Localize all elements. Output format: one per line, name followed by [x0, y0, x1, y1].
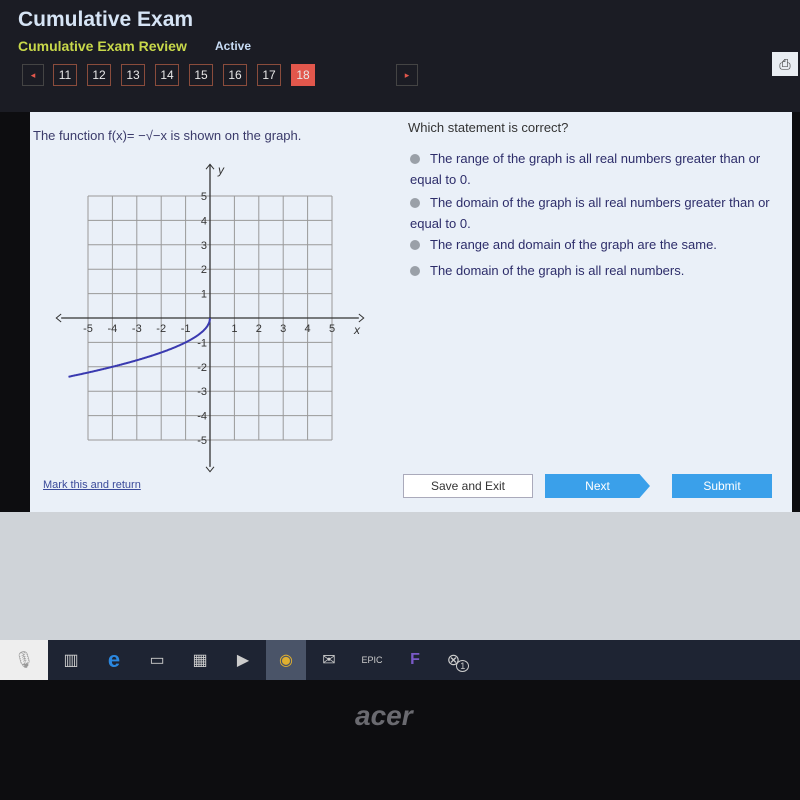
chrome-icon[interactable]: ◉ — [266, 640, 306, 680]
question-12-button[interactable]: 12 — [87, 64, 111, 86]
y-tick-label: 3 — [201, 240, 207, 252]
exam-header: Cumulative Exam Cumulative Exam Review A… — [0, 0, 800, 112]
fortnite-icon[interactable]: F — [395, 640, 435, 680]
xbox-notification-badge: 1 — [456, 660, 470, 672]
xbox-icon[interactable]: ⊗ 1 — [438, 640, 478, 680]
x-tick-label: 1 — [231, 323, 237, 335]
save-and-exit-button[interactable]: Save and Exit — [403, 474, 533, 498]
microphone-icon[interactable]: 🎙 — [0, 640, 48, 680]
x-axis-label: x — [353, 323, 361, 337]
exam-title: Cumulative Exam — [18, 8, 194, 31]
question-16-button[interactable]: 16 — [223, 64, 247, 86]
question-18-button[interactable]: 18 — [291, 64, 315, 86]
print-icon[interactable]: ⎙ — [772, 52, 798, 76]
next-button[interactable]: Next — [545, 474, 650, 498]
question-panel: The function f(x)= −√−x is shown on the … — [30, 112, 792, 512]
y-tick-label: -1 — [197, 337, 207, 349]
x-tick-label: -4 — [108, 323, 118, 335]
radio-button[interactable] — [410, 154, 420, 164]
x-tick-label: -3 — [132, 323, 142, 335]
file-explorer-icon[interactable]: ▭ — [137, 640, 177, 680]
media-player-icon[interactable]: ▶ — [223, 640, 263, 680]
prev-question-button[interactable]: ◂ — [22, 64, 44, 86]
question-prompt: The function f(x)= −√−x is shown on the … — [33, 128, 302, 143]
x-tick-label: -2 — [156, 323, 166, 335]
x-tick-label: 5 — [329, 323, 335, 335]
y-tick-label: 1 — [201, 289, 207, 301]
y-tick-label: -2 — [197, 362, 207, 374]
answer-option-4[interactable]: The domain of the graph is all real numb… — [410, 260, 790, 281]
answer-option-1[interactable]: The range of the graph is all real numbe… — [410, 148, 790, 190]
x-tick-label: 4 — [305, 323, 311, 335]
store-icon[interactable]: ▦ — [180, 640, 220, 680]
radio-button[interactable] — [410, 240, 420, 250]
radio-button[interactable] — [410, 266, 420, 276]
monitor-brand-logo: acer — [355, 700, 413, 731]
question-14-button[interactable]: 14 — [155, 64, 179, 86]
question-11-button[interactable]: 11 — [53, 64, 77, 86]
question-15-button[interactable]: 15 — [189, 64, 213, 86]
answer-option-3[interactable]: The range and domain of the graph are th… — [410, 234, 790, 255]
function-graph: -5 -4 -3 -2 -1 1 2 3 4 5 5 4 3 2 1 -1 -2 -3 -4 -5 x y — [55, 163, 365, 473]
radio-button[interactable] — [410, 198, 420, 208]
mark-and-return-link[interactable]: Mark this and return — [43, 479, 141, 491]
y-tick-label: 5 — [201, 191, 207, 203]
exam-subtitle: Cumulative Exam Review — [18, 38, 187, 54]
x-tick-label: 3 — [280, 323, 286, 335]
question-13-button[interactable]: 13 — [121, 64, 145, 86]
y-axis-label: y — [217, 163, 225, 177]
y-tick-label: 4 — [201, 215, 207, 227]
y-tick-label: 2 — [201, 264, 207, 276]
x-tick-label: -5 — [83, 323, 93, 335]
mail-icon[interactable]: ✉ — [309, 640, 349, 680]
answer-option-2[interactable]: The domain of the graph is all real numb… — [410, 192, 790, 234]
x-tick-label: -1 — [181, 323, 191, 335]
status-label: Active — [215, 39, 252, 53]
task-view-icon[interactable]: ▥ — [51, 640, 91, 680]
question-ask: Which statement is correct? — [408, 120, 569, 135]
epic-games-icon[interactable]: EPIC — [352, 640, 392, 680]
x-tick-label: 2 — [256, 323, 262, 335]
taskbar: 🎙 ▥ e ▭ ▦ ▶ ◉ ✉ EPIC F ⊗ 1 — [0, 640, 800, 680]
y-tick-label: -4 — [197, 411, 207, 423]
page-background — [0, 512, 800, 640]
y-tick-label: -3 — [197, 386, 207, 398]
submit-button[interactable]: Submit — [672, 474, 772, 498]
next-question-button[interactable]: ▸ — [396, 64, 418, 86]
question-17-button[interactable]: 17 — [257, 64, 281, 86]
edge-icon[interactable]: e — [94, 640, 134, 680]
y-tick-label: -5 — [197, 435, 207, 447]
